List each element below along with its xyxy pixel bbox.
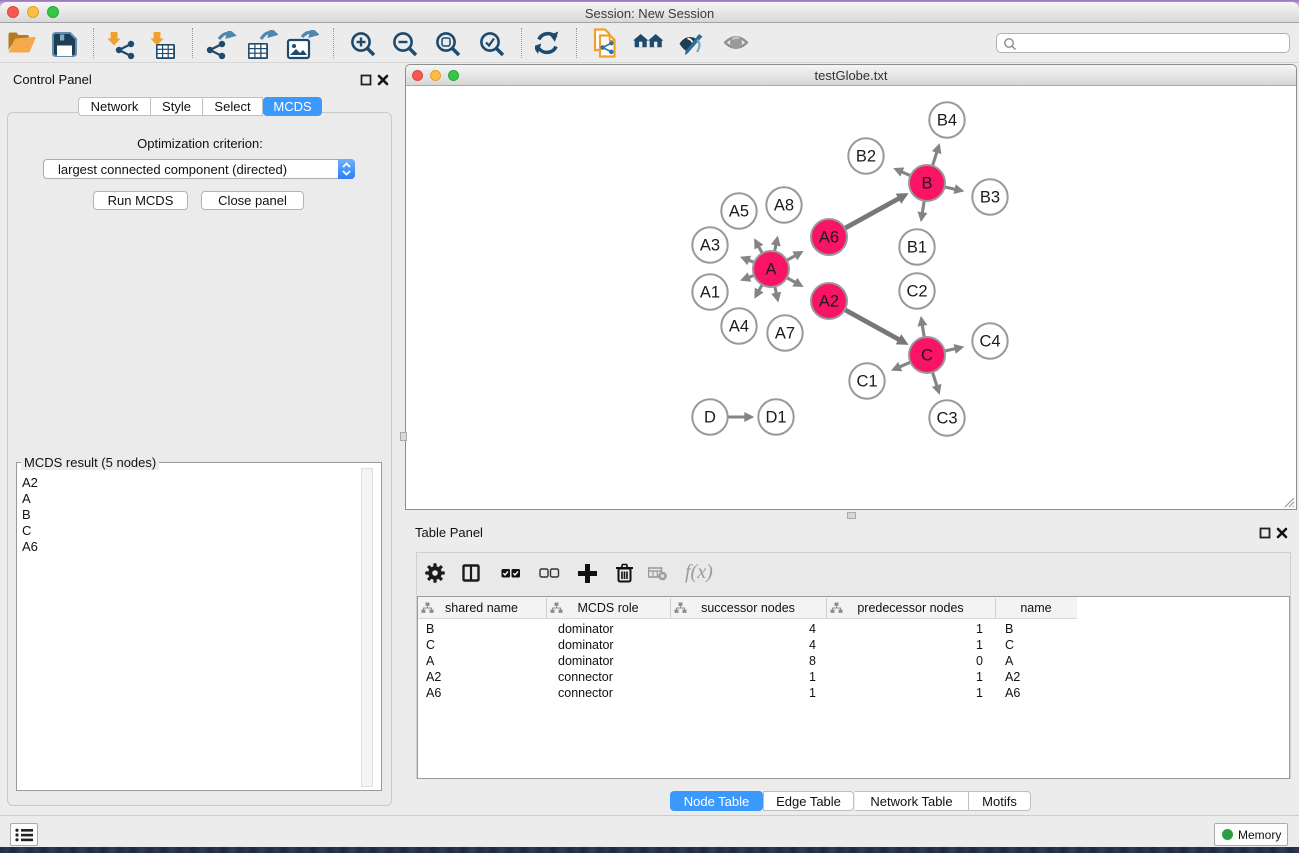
svg-text:A6: A6 [819, 229, 839, 247]
svg-text:B: B [921, 175, 932, 193]
svg-text:A7: A7 [775, 325, 795, 343]
svg-text:B3: B3 [980, 189, 1000, 207]
svg-text:C4: C4 [979, 333, 1000, 351]
svg-text:A4: A4 [729, 318, 749, 336]
svg-text:B4: B4 [937, 112, 957, 130]
svg-text:D1: D1 [765, 409, 786, 427]
svg-text:C3: C3 [936, 410, 957, 428]
svg-text:C: C [921, 347, 933, 365]
svg-text:A8: A8 [774, 197, 794, 215]
svg-text:C1: C1 [856, 373, 877, 391]
svg-text:B1: B1 [907, 239, 927, 257]
svg-text:C2: C2 [906, 283, 927, 301]
svg-text:A1: A1 [700, 284, 720, 302]
svg-text:A5: A5 [729, 203, 749, 221]
svg-text:A2: A2 [819, 293, 839, 311]
svg-text:A3: A3 [700, 237, 720, 255]
svg-text:D: D [704, 409, 716, 427]
svg-text:B2: B2 [856, 148, 876, 166]
svg-text:A: A [765, 261, 776, 279]
